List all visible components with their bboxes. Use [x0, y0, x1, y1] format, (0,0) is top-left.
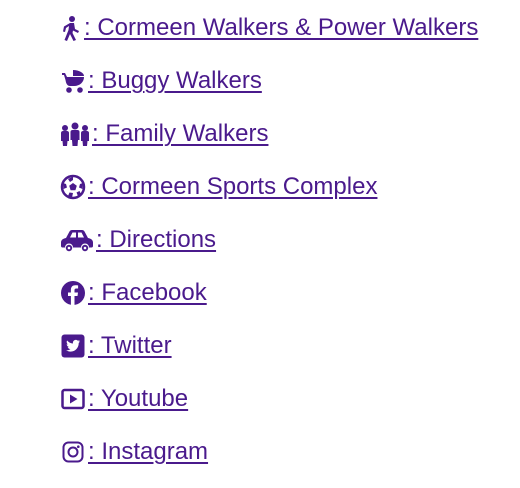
instagram-link-label: : Instagram: [88, 438, 209, 465]
walkers-link[interactable]: : Cormeen Walkers & Power Walkers: [60, 11, 478, 45]
sports-complex-link[interactable]: : Cormeen Sports Complex: [60, 170, 377, 204]
twitter-link[interactable]: : Twitter: [60, 329, 172, 363]
directions-link-label: : Directions: [96, 226, 217, 253]
soccer-ball-icon: [60, 174, 86, 200]
list-item: : Twitter: [60, 329, 478, 382]
instagram-link[interactable]: : Instagram: [60, 435, 208, 469]
list-item: : Facebook: [60, 276, 478, 329]
car-icon: [60, 227, 94, 253]
list-item: : Cormeen Sports Complex: [60, 170, 478, 223]
list-item: : Youtube: [60, 382, 478, 435]
walking-person-icon: [60, 15, 82, 41]
family-walkers-link-label: : Family Walkers: [92, 120, 269, 147]
family-walkers-link[interactable]: : Family Walkers: [60, 117, 268, 151]
walkers-link-label: : Cormeen Walkers & Power Walkers: [84, 14, 479, 41]
facebook-icon: [60, 280, 86, 306]
youtube-link-label: : Youtube: [88, 385, 189, 412]
sports-complex-link-label: : Cormeen Sports Complex: [88, 173, 378, 200]
facebook-link[interactable]: : Facebook: [60, 276, 207, 310]
list-item: : Buggy Walkers: [60, 64, 478, 117]
list-item: : Directions: [60, 223, 478, 276]
list-item: : Family Walkers: [60, 117, 478, 170]
directions-link[interactable]: : Directions: [60, 223, 216, 257]
social-links-list: : Cormeen Walkers & Power Walkers : Bugg…: [60, 11, 478, 488]
buggy-walkers-link[interactable]: : Buggy Walkers: [60, 64, 262, 98]
facebook-link-label: : Facebook: [88, 279, 207, 306]
twitter-link-label: : Twitter: [88, 332, 172, 359]
youtube-link[interactable]: : Youtube: [60, 382, 188, 416]
instagram-icon: [60, 439, 86, 465]
youtube-icon: [60, 386, 86, 412]
family-group-icon: [60, 121, 90, 147]
list-item: : Instagram: [60, 435, 478, 488]
twitter-icon: [60, 333, 86, 359]
baby-carriage-icon: [60, 68, 86, 94]
buggy-walkers-link-label: : Buggy Walkers: [88, 67, 262, 94]
list-item: : Cormeen Walkers & Power Walkers: [60, 11, 478, 64]
